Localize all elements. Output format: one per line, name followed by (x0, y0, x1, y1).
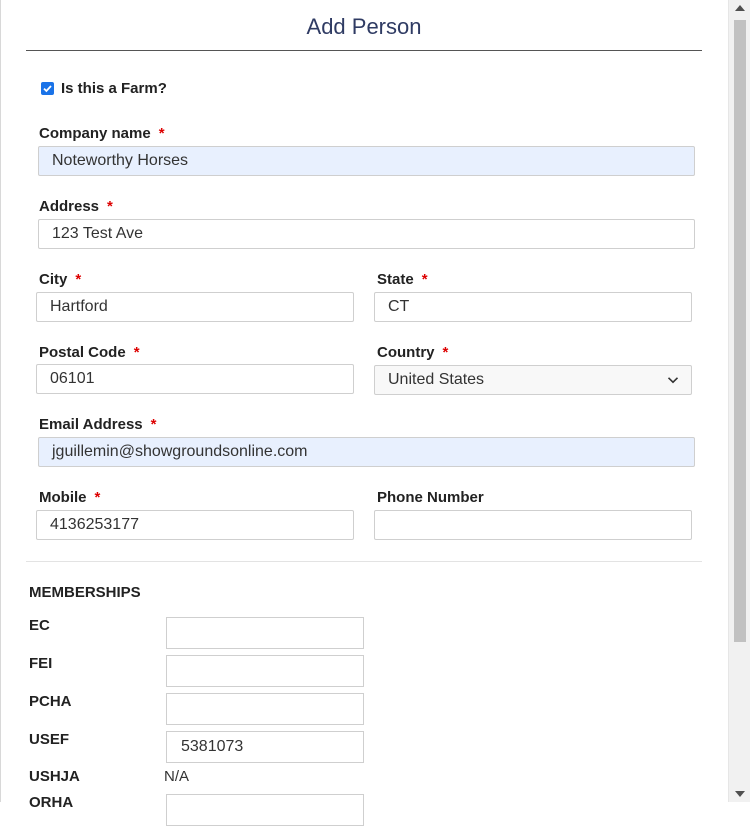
email-label-text: Email Address (39, 416, 143, 433)
postal-code-input[interactable]: 06101 (36, 364, 354, 394)
required-marker: * (150, 416, 157, 433)
scroll-down-icon[interactable] (735, 791, 745, 797)
membership-value-ushja: N/A (164, 768, 190, 785)
company-name-label-text: Company name (39, 125, 151, 142)
country-selected-value: United States (388, 371, 485, 388)
required-marker: * (133, 344, 140, 361)
vertical-scrollbar[interactable] (728, 0, 750, 802)
company-name-input[interactable]: Noteworthy Horses (38, 146, 695, 176)
chevron-down-icon (667, 377, 679, 384)
required-marker: * (421, 271, 428, 288)
mobile-label-text: Mobile (39, 489, 87, 506)
membership-label-fei: FEI (29, 655, 53, 672)
required-marker: * (442, 344, 449, 361)
city-input[interactable]: Hartford (36, 292, 354, 322)
farm-checkbox-row[interactable]: Is this a Farm? (41, 80, 167, 97)
membership-label-ushja: USHJA (29, 768, 80, 785)
farm-checkbox[interactable] (41, 82, 54, 95)
address-label: Address * (39, 198, 113, 215)
required-marker: * (158, 125, 165, 142)
title-divider (26, 50, 702, 51)
phone-number-label: Phone Number (377, 489, 484, 506)
section-divider (26, 561, 702, 562)
add-person-dialog: Add Person Is this a Farm? Company name *… (0, 0, 750, 826)
required-marker: * (94, 489, 101, 506)
mobile-label: Mobile * (39, 489, 100, 506)
country-select[interactable]: United States (374, 365, 692, 395)
dialog-title: Add Person (306, 14, 422, 39)
state-label-text: State (377, 271, 414, 288)
membership-input-usef[interactable]: 5381073 (166, 731, 364, 763)
address-input[interactable]: 123 Test Ave (38, 219, 695, 249)
postal-code-label: Postal Code * (39, 344, 140, 361)
farm-checkbox-label: Is this a Farm? (61, 80, 167, 97)
membership-label-usef: USEF (29, 731, 70, 748)
scrollbar-thumb[interactable] (734, 20, 746, 642)
required-marker: * (75, 271, 82, 288)
membership-label-pcha: PCHA (29, 693, 72, 710)
membership-input-ec[interactable] (166, 617, 364, 649)
country-label-text: Country (377, 344, 435, 361)
company-name-label: Company name * (39, 125, 165, 142)
membership-input-pcha[interactable] (166, 693, 364, 725)
memberships-heading: MEMBERSHIPS (29, 584, 141, 601)
scroll-up-icon[interactable] (735, 5, 745, 11)
postal-code-label-text: Postal Code (39, 344, 126, 361)
country-label: Country * (377, 344, 448, 361)
mobile-input[interactable]: 4136253177 (36, 510, 354, 540)
membership-label-ec: EC (29, 617, 50, 634)
membership-input-fei[interactable] (166, 655, 364, 687)
required-marker: * (107, 198, 113, 215)
check-icon (43, 85, 52, 93)
membership-input-orha[interactable] (166, 794, 364, 826)
city-label-text: City (39, 271, 68, 288)
email-label: Email Address * (39, 416, 157, 433)
state-label: State * (377, 271, 428, 288)
membership-label-orha: ORHA (29, 794, 74, 811)
address-label-text: Address (39, 198, 100, 215)
phone-number-input[interactable] (374, 510, 692, 540)
state-input[interactable]: CT (374, 292, 692, 322)
email-input[interactable]: jguillemin@showgroundsonline.com (38, 437, 695, 467)
city-label: City * (39, 271, 81, 288)
